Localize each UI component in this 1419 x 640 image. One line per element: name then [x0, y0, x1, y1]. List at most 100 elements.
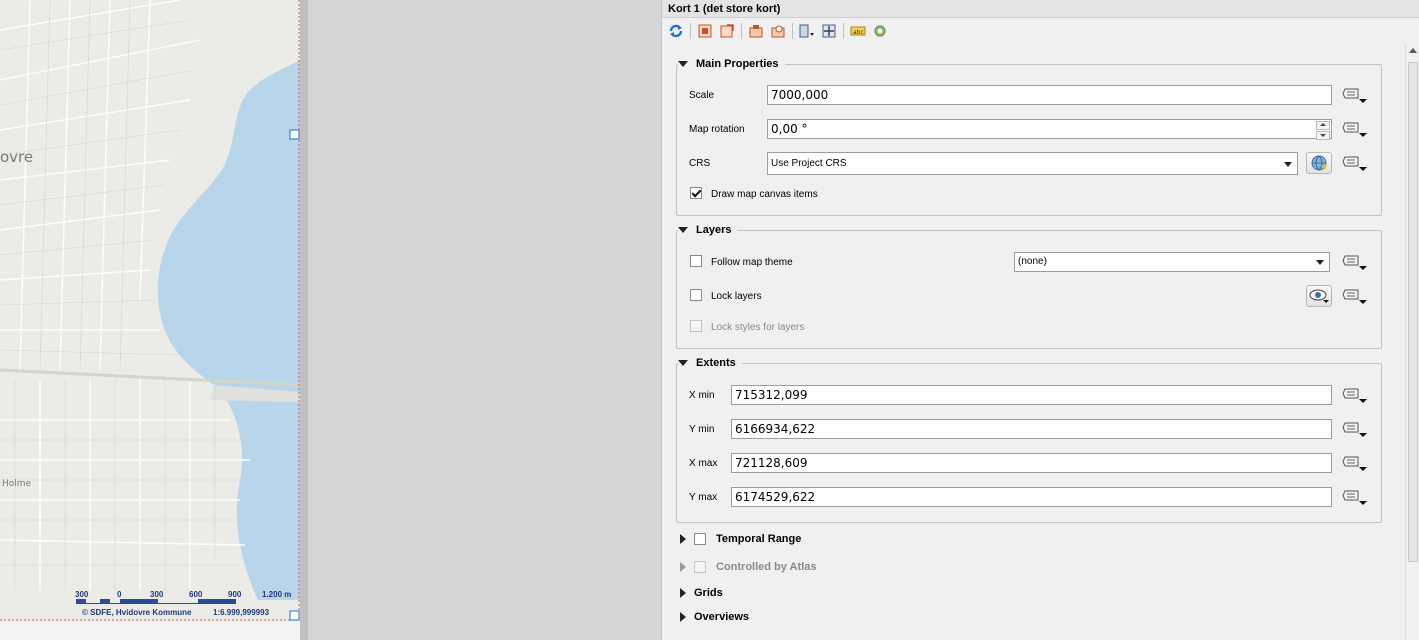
scalebar-tick: 900 — [228, 590, 242, 599]
layout-canvas-background[interactable] — [308, 0, 658, 640]
group-title: Main Properties — [696, 58, 779, 70]
properties-scroll-area[interactable]: Main Properties Scale 7000,000 Map rotat… — [662, 44, 1406, 640]
map-credit: © SDFE, Hvidovre Kommune — [82, 608, 192, 617]
data-defined-override-icon[interactable] — [1342, 152, 1368, 174]
scale-input[interactable]: 7000,000 — [767, 85, 1332, 105]
map-theme-value: (none) — [1018, 256, 1047, 267]
canvas-ruler-gap — [300, 0, 308, 640]
collapse-arrow-icon — [678, 360, 688, 366]
group-title: Temporal Range — [716, 533, 802, 545]
set-extent-icon[interactable] — [695, 21, 715, 41]
map-town-label: ovre — [0, 148, 34, 166]
ymin-input[interactable]: 6166934,622 — [731, 419, 1332, 439]
map-item-preview[interactable]: ovre Holme 300 0 300 600 900 1.200 m © S… — [0, 0, 300, 640]
group-title: Grids — [694, 587, 723, 599]
data-defined-override-icon[interactable] — [1342, 118, 1368, 140]
xmax-input[interactable]: 721128,609 — [731, 453, 1332, 473]
map-rotation-value: 0,00 ° — [771, 122, 808, 136]
scrollbar-thumb[interactable] — [1408, 62, 1418, 562]
collapse-arrow-icon — [678, 61, 688, 67]
lock-layers-checkbox[interactable] — [690, 289, 702, 301]
extents-header[interactable]: Extents — [678, 356, 742, 370]
group-title: Extents — [696, 357, 736, 369]
map-theme-select[interactable]: (none) — [1014, 252, 1330, 272]
follow-map-theme-checkbox[interactable] — [690, 255, 702, 267]
data-defined-override-icon[interactable] — [1342, 418, 1368, 440]
scalebar: 300 0 300 600 900 1.200 m © SDFE, Hvidov… — [70, 590, 300, 618]
item-toolbar: abc — [666, 20, 890, 42]
ymax-label: Y max — [689, 492, 718, 503]
scalebar-tick: 0 — [117, 590, 122, 599]
draw-canvas-items-label: Draw map canvas items — [711, 189, 818, 200]
chevron-down-icon — [1312, 254, 1328, 270]
temporal-range-checkbox[interactable] — [694, 533, 706, 545]
scale-ratio: 1:6.999,999993 — [213, 608, 270, 617]
visibility-presets-button[interactable] — [1306, 285, 1332, 307]
scalebar-tick: 600 — [189, 590, 203, 599]
ymin-label: Y min — [689, 424, 715, 435]
panel-title: Kort 1 (det store kort) — [662, 0, 1419, 18]
ymax-input[interactable]: 6174529,622 — [731, 487, 1332, 507]
group-title: Controlled by Atlas — [716, 561, 817, 573]
move-content-icon[interactable] — [819, 21, 839, 41]
view-scale-icon[interactable] — [768, 21, 788, 41]
item-properties-panel: Kort 1 (det store kort) abc Main Propert… — [661, 0, 1419, 640]
group-title: Overviews — [694, 611, 750, 623]
labels-icon[interactable]: abc — [848, 21, 868, 41]
group-title: Layers — [696, 224, 732, 236]
expand-arrow-icon — [680, 562, 686, 572]
data-defined-override-icon[interactable] — [1342, 84, 1368, 106]
spinbox-arrows[interactable] — [1316, 121, 1330, 140]
toolbar-separator — [843, 23, 844, 39]
expand-arrow-icon — [680, 534, 686, 544]
controlled-by-atlas-header[interactable]: Controlled by Atlas — [680, 559, 816, 575]
crs-select-value: Use Project CRS — [771, 158, 847, 169]
vertical-scrollbar[interactable] — [1405, 44, 1419, 640]
eye-icon — [1309, 289, 1329, 303]
view-extent-icon[interactable] — [717, 21, 737, 41]
toolbar-separator — [741, 23, 742, 39]
set-scale-icon[interactable] — [746, 21, 766, 41]
follow-map-theme-label: Follow map theme — [711, 257, 793, 268]
data-defined-override-icon[interactable] — [1342, 486, 1368, 508]
scalebar-tick: 300 — [150, 590, 164, 599]
crs-label: CRS — [689, 158, 711, 169]
grids-header[interactable]: Grids — [680, 585, 723, 601]
lock-styles-checkbox[interactable] — [690, 320, 702, 332]
atlas-icon[interactable] — [870, 21, 890, 41]
map-area-label: Holme — [2, 479, 32, 489]
xmin-label: X min — [689, 390, 715, 401]
toolbar-separator — [690, 23, 691, 39]
map-graphic — [0, 0, 300, 640]
collapse-arrow-icon — [678, 227, 688, 233]
draw-canvas-items-checkbox[interactable] — [690, 187, 702, 199]
temporal-range-header[interactable]: Temporal Range — [680, 531, 801, 547]
toolbar-separator — [792, 23, 793, 39]
expand-arrow-icon — [680, 612, 686, 622]
scalebar-tick: 300 — [75, 590, 89, 599]
map-rotation-label: Map rotation — [689, 124, 745, 135]
expand-arrow-icon — [680, 588, 686, 598]
xmin-input[interactable]: 715312,099 — [731, 385, 1332, 405]
scale-label: Scale — [689, 90, 715, 101]
scroll-up-icon[interactable] — [1409, 48, 1417, 53]
xmax-label: X max — [689, 458, 718, 469]
map-rotation-spinbox[interactable]: 0,00 ° — [767, 119, 1332, 140]
main-properties-header[interactable]: Main Properties — [678, 57, 785, 71]
crs-select[interactable]: Use Project CRS — [767, 152, 1298, 175]
overviews-header[interactable]: Overviews — [680, 609, 749, 625]
data-defined-override-icon[interactable] — [1342, 452, 1368, 474]
chevron-down-icon — [1280, 156, 1296, 172]
select-crs-button[interactable] — [1306, 152, 1332, 174]
data-defined-override-icon[interactable] — [1342, 285, 1368, 307]
bookmark-icon[interactable] — [797, 21, 817, 41]
globe-icon — [1311, 155, 1327, 171]
data-defined-override-icon[interactable] — [1342, 384, 1368, 406]
controlled-by-atlas-checkbox[interactable] — [694, 561, 706, 573]
data-defined-override-icon[interactable] — [1342, 251, 1368, 273]
svg-text:abc: abc — [853, 29, 864, 36]
lock-styles-label: Lock styles for layers — [711, 322, 805, 333]
lock-layers-label: Lock layers — [711, 291, 762, 302]
refresh-icon[interactable] — [666, 21, 686, 41]
layers-header[interactable]: Layers — [678, 223, 738, 237]
